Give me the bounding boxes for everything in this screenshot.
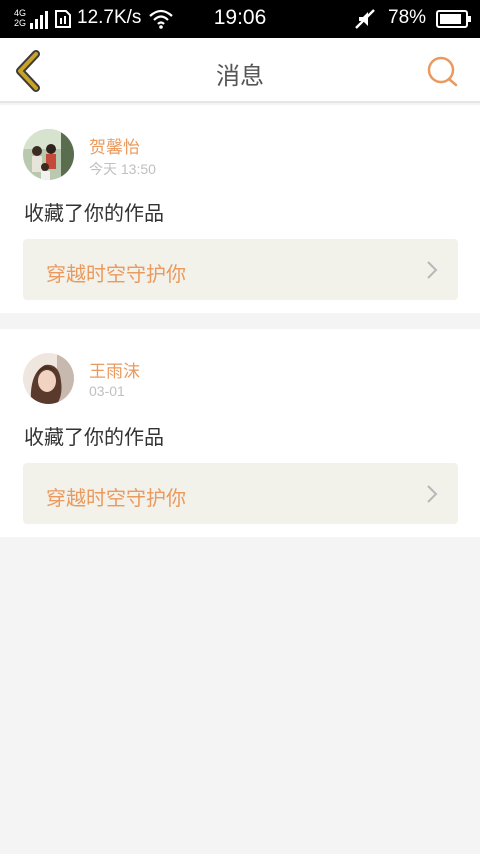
page-title: 消息 — [216, 62, 264, 90]
timestamp: 03-01 — [89, 383, 125, 399]
app-header: 消息 — [0, 38, 480, 103]
work-title: 穿越时空守护你 — [46, 486, 186, 510]
search-icon[interactable] — [424, 54, 460, 88]
chevron-right-icon — [427, 261, 438, 279]
username[interactable]: 王雨沫 — [89, 357, 140, 382]
username[interactable]: 贺馨怡 — [89, 133, 140, 158]
status-bar: 4G 2G 12.7K/s 19:06 78% — [0, 0, 480, 38]
avatar[interactable] — [23, 353, 74, 404]
work-link[interactable]: 穿越时空守护你 — [23, 463, 458, 524]
battery-icon — [436, 10, 471, 28]
work-link[interactable]: 穿越时空守护你 — [23, 239, 458, 300]
mute-icon — [355, 9, 375, 29]
action-text: 收藏了你的作品 — [24, 201, 164, 225]
message-card: 贺馨怡 今天 13:50 收藏了你的作品 穿越时空守护你 — [0, 105, 480, 313]
chevron-right-icon — [427, 485, 438, 503]
message-card: 王雨沫 03-01 收藏了你的作品 穿越时空守护你 — [0, 329, 480, 537]
avatar[interactable] — [23, 129, 74, 180]
battery-percent: 78% — [388, 7, 427, 28]
timestamp: 今天 13:50 — [89, 161, 156, 177]
work-title: 穿越时空守护你 — [46, 262, 186, 286]
action-text: 收藏了你的作品 — [24, 425, 164, 449]
